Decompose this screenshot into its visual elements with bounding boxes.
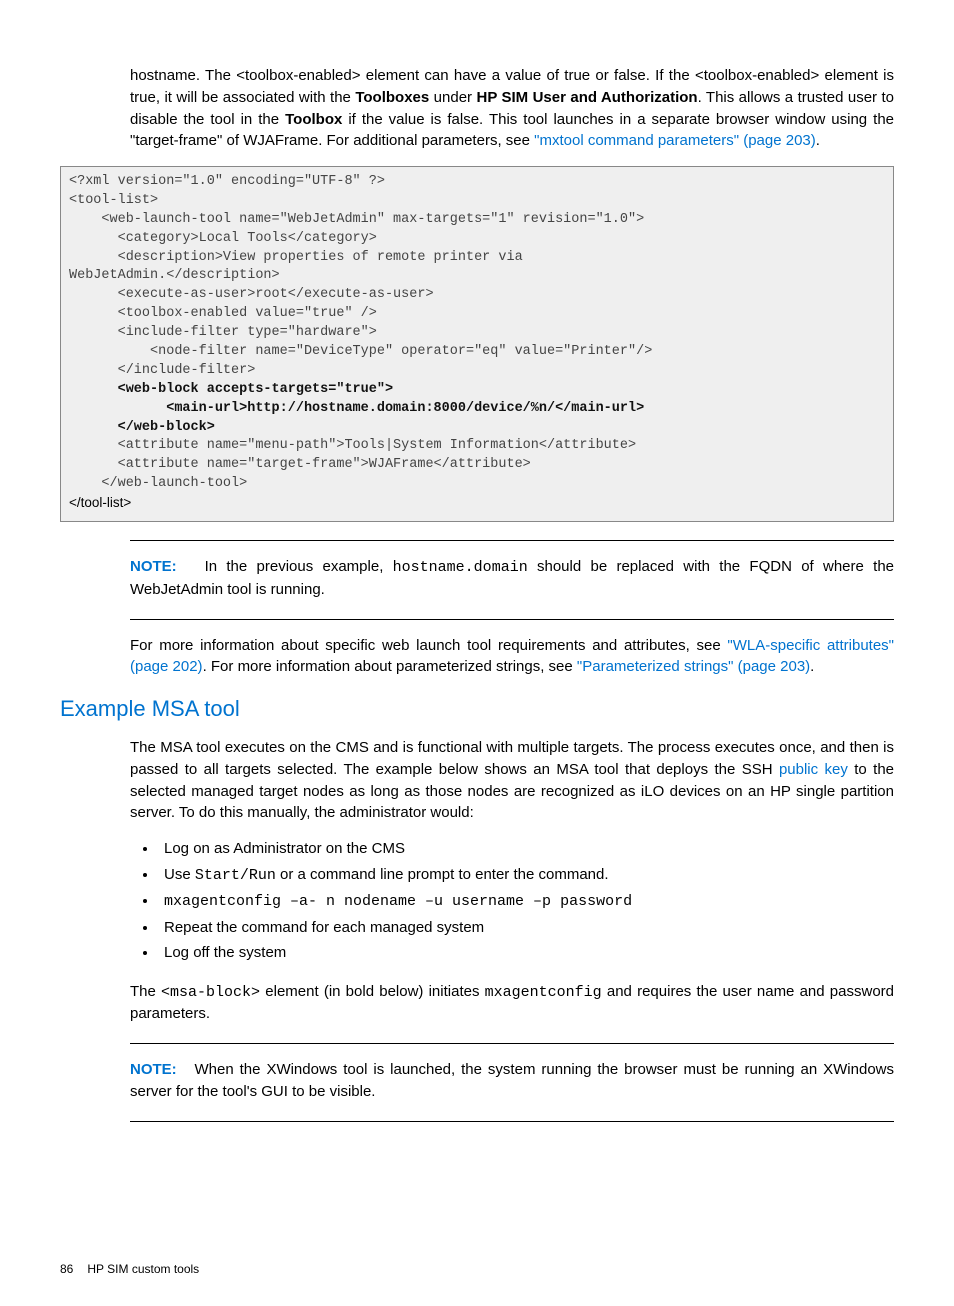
text: When the XWindows tool is launched, the … xyxy=(130,1061,894,1100)
text: Repeat the command for each managed syst… xyxy=(164,919,484,936)
text: For more information about specific web … xyxy=(130,637,727,654)
text: element (in bold below) initiates xyxy=(260,983,485,1000)
divider xyxy=(130,619,894,620)
bullet-list: Log on as Administrator on the CMS Use S… xyxy=(130,836,894,966)
msa-paragraph: The MSA tool executes on the CMS and is … xyxy=(130,737,894,824)
bold-hpsim: HP SIM User and Authorization xyxy=(476,89,697,106)
link-public-key[interactable]: public key xyxy=(779,761,848,778)
divider xyxy=(130,1043,894,1044)
text: or a command line prompt to enter the co… xyxy=(276,866,609,883)
intro-paragraph: hostname. The <toolbox-enabled> element … xyxy=(130,65,894,152)
text: The xyxy=(130,983,161,1000)
link-param[interactable]: "Parameterized strings" (page 203) xyxy=(577,658,810,675)
page-number: 86 xyxy=(60,1262,73,1276)
note-label: NOTE: xyxy=(130,1061,177,1078)
note-1: NOTE: In the previous example, hostname.… xyxy=(130,556,894,601)
list-item: Use Start/Run or a command line prompt t… xyxy=(158,862,894,889)
inline-code: mxagentconfig xyxy=(485,984,602,1001)
list-item: Log on as Administrator on the CMS xyxy=(158,836,894,862)
list-item: mxagentconfig –a- n nodename –u username… xyxy=(158,888,894,915)
divider xyxy=(130,1121,894,1122)
text: In the previous example, xyxy=(205,558,393,575)
msa-block-paragraph: The <msa-block> element (in bold below) … xyxy=(130,981,894,1026)
text: Log off the system xyxy=(164,944,286,961)
list-item: Log off the system xyxy=(158,940,894,966)
text: under xyxy=(429,89,476,106)
bold-toolbox: Toolbox xyxy=(285,111,342,128)
text: . xyxy=(810,658,814,675)
xml-code-block: <?xml version="1.0" encoding="UTF-8" ?> … xyxy=(60,166,894,522)
text: Log on as Administrator on the CMS xyxy=(164,840,405,857)
inline-code: mxagentconfig –a- n nodename –u username… xyxy=(164,893,632,910)
text: Use xyxy=(164,866,195,883)
list-item: Repeat the command for each managed syst… xyxy=(158,915,894,941)
page-footer: 86 HP SIM custom tools xyxy=(60,1262,894,1276)
divider xyxy=(130,540,894,541)
note-label: NOTE: xyxy=(130,558,177,575)
section-heading: Example MSA tool xyxy=(60,696,894,722)
text: . For more information about parameteriz… xyxy=(203,658,577,675)
note-2: NOTE: When the XWindows tool is launched… xyxy=(130,1059,894,1103)
footer-text: HP SIM custom tools xyxy=(87,1262,199,1276)
text: . xyxy=(816,132,820,149)
inline-code: <msa-block> xyxy=(161,984,260,1001)
bold-toolboxes: Toolboxes xyxy=(355,89,429,106)
more-info-paragraph: For more information about specific web … xyxy=(130,635,894,679)
inline-code: hostname.domain xyxy=(393,559,528,576)
inline-code: Start/Run xyxy=(195,867,276,884)
link-mxtool[interactable]: "mxtool command parameters" (page 203) xyxy=(534,132,816,149)
page-content: hostname. The <toolbox-enabled> element … xyxy=(0,0,954,1306)
